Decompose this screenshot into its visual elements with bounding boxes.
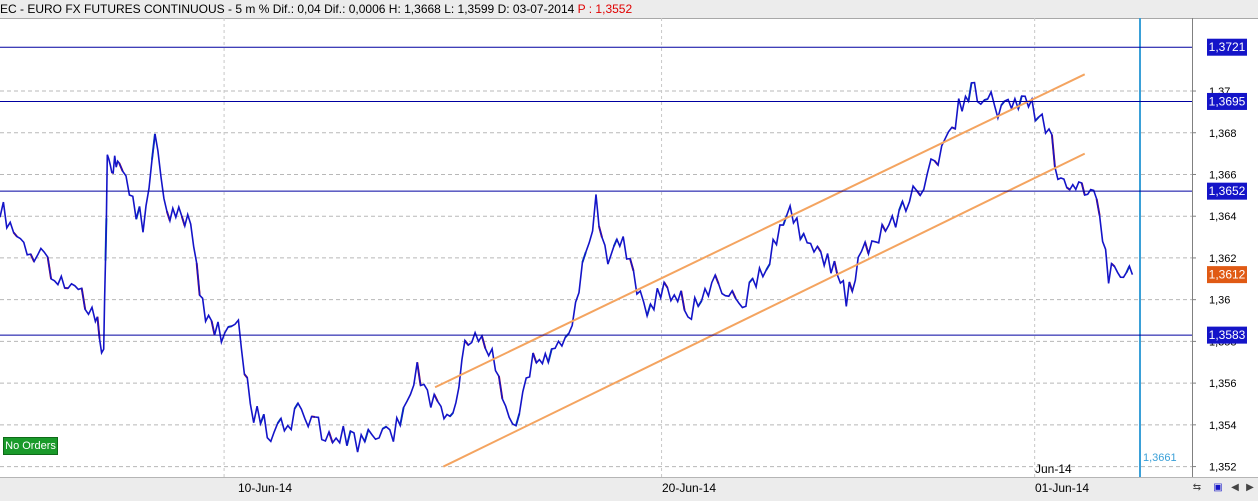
y-tick-label: 1,364 (1209, 211, 1237, 223)
y-tick-label: 1,356 (1209, 378, 1237, 390)
date-label-01jun: 01-Jun-14 (1035, 481, 1089, 495)
dif: Dif.: 0,0006 (324, 2, 385, 16)
interval: 5 m (235, 2, 255, 16)
zoom-in-icon[interactable]: ▶ (1243, 481, 1257, 495)
scroll-icon[interactable]: ⇆ (1190, 481, 1204, 495)
current-price-label: 1,3612 (1209, 268, 1246, 282)
price-chart[interactable]: 1,3521,3541,3561,3581,361,3621,3641,3661… (0, 18, 1258, 477)
cursor-value-label: 1,3661 (1143, 452, 1177, 464)
last-price: P : 1,3552 (578, 2, 633, 16)
y-tick-label: 1,354 (1209, 420, 1237, 432)
high: H: 1,3668 (389, 2, 441, 16)
level-price-label: 1,3721 (1209, 40, 1246, 54)
date-label-jun: Jun-14 (1035, 462, 1072, 476)
date-label-10jun: 10-Jun-14 (238, 481, 292, 495)
trend-channel-line (443, 154, 1084, 467)
level-price-label: 1,3652 (1209, 184, 1246, 198)
save-icon[interactable]: ▣ (1211, 481, 1225, 495)
low: L: 1,3599 (444, 2, 494, 16)
zoom-out-icon[interactable]: ◀ (1228, 481, 1242, 495)
price-series-line (0, 83, 1132, 453)
level-price-label: 1,3583 (1209, 328, 1246, 342)
y-tick-label: 1,366 (1209, 169, 1237, 181)
y-tick-label: 1,362 (1209, 253, 1237, 265)
level-price-label: 1,3695 (1209, 94, 1246, 108)
chart-title-bar: EC - EURO FX FUTURES CONTINUOUS - 5 m % … (0, 0, 1258, 19)
date-label-20jun: 20-Jun-14 (662, 481, 716, 495)
y-tick-label: 1,36 (1209, 295, 1230, 307)
trend-channel-line (435, 74, 1085, 387)
y-tick-label: 1,368 (1209, 128, 1237, 140)
instrument-name: EC - EURO FX FUTURES CONTINUOUS (0, 2, 225, 16)
date: D: 03-07-2014 (498, 2, 575, 16)
no-orders-badge: No Orders (3, 437, 58, 455)
dif-pct: % Dif.: 0,04 (259, 2, 321, 16)
y-tick-label: 1,352 (1209, 462, 1237, 474)
